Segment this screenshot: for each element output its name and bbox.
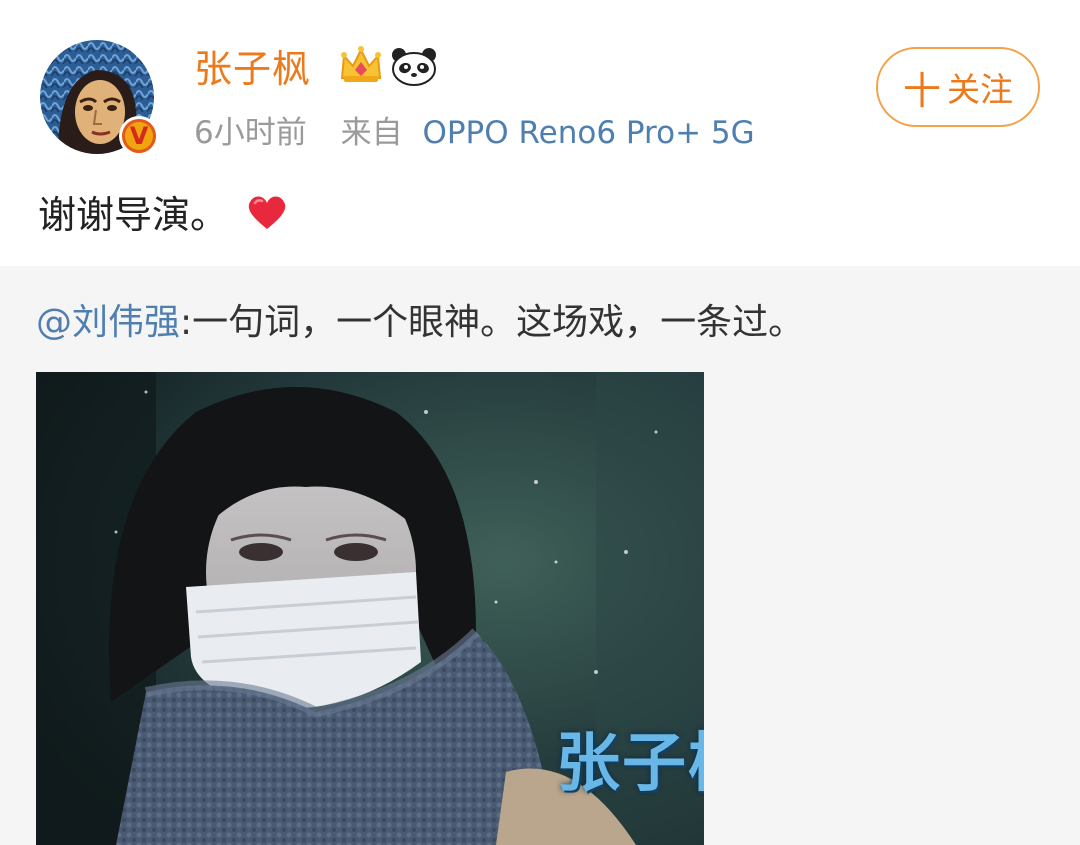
post-meta: 6小时前 来自 OPPO Reno6 Pro+ 5G: [194, 112, 755, 154]
repost-card[interactable]: @刘伟强:一句词，一个眼神。这场戏，一条过。 张子: [0, 266, 1080, 845]
post-header: V 张子枫 6小时前 来自 OPPO Reno6 Pro+ 5G 十 关注: [0, 0, 1080, 175]
post-image[interactable]: 张子枫: [36, 372, 704, 845]
verified-badge-icon: V: [119, 116, 159, 156]
image-caption: 张子枫: [556, 726, 704, 801]
post-text-content: 谢谢导演。: [38, 193, 229, 237]
heart-icon: [248, 195, 286, 229]
post-text: 谢谢导演。: [38, 190, 288, 240]
verified-badge-letter: V: [122, 119, 156, 153]
crown-icon: [340, 46, 382, 82]
plus-icon: 十: [902, 68, 941, 113]
post-time: 6小时前: [194, 115, 307, 151]
repost-text: @刘伟强:一句词，一个眼神。这场戏，一条过。: [36, 298, 804, 348]
device-link[interactable]: OPPO Reno6 Pro+ 5G: [422, 115, 754, 151]
repost-text-content: :一句词，一个眼神。这场戏，一条过。: [180, 302, 805, 343]
username[interactable]: 张子枫: [194, 45, 311, 93]
follow-button[interactable]: 十 关注: [876, 47, 1040, 127]
follow-label: 关注: [947, 70, 1013, 109]
source-prefix: 来自: [340, 115, 403, 151]
mention-link[interactable]: @刘伟强: [36, 302, 180, 343]
panda-icon: [392, 48, 436, 86]
